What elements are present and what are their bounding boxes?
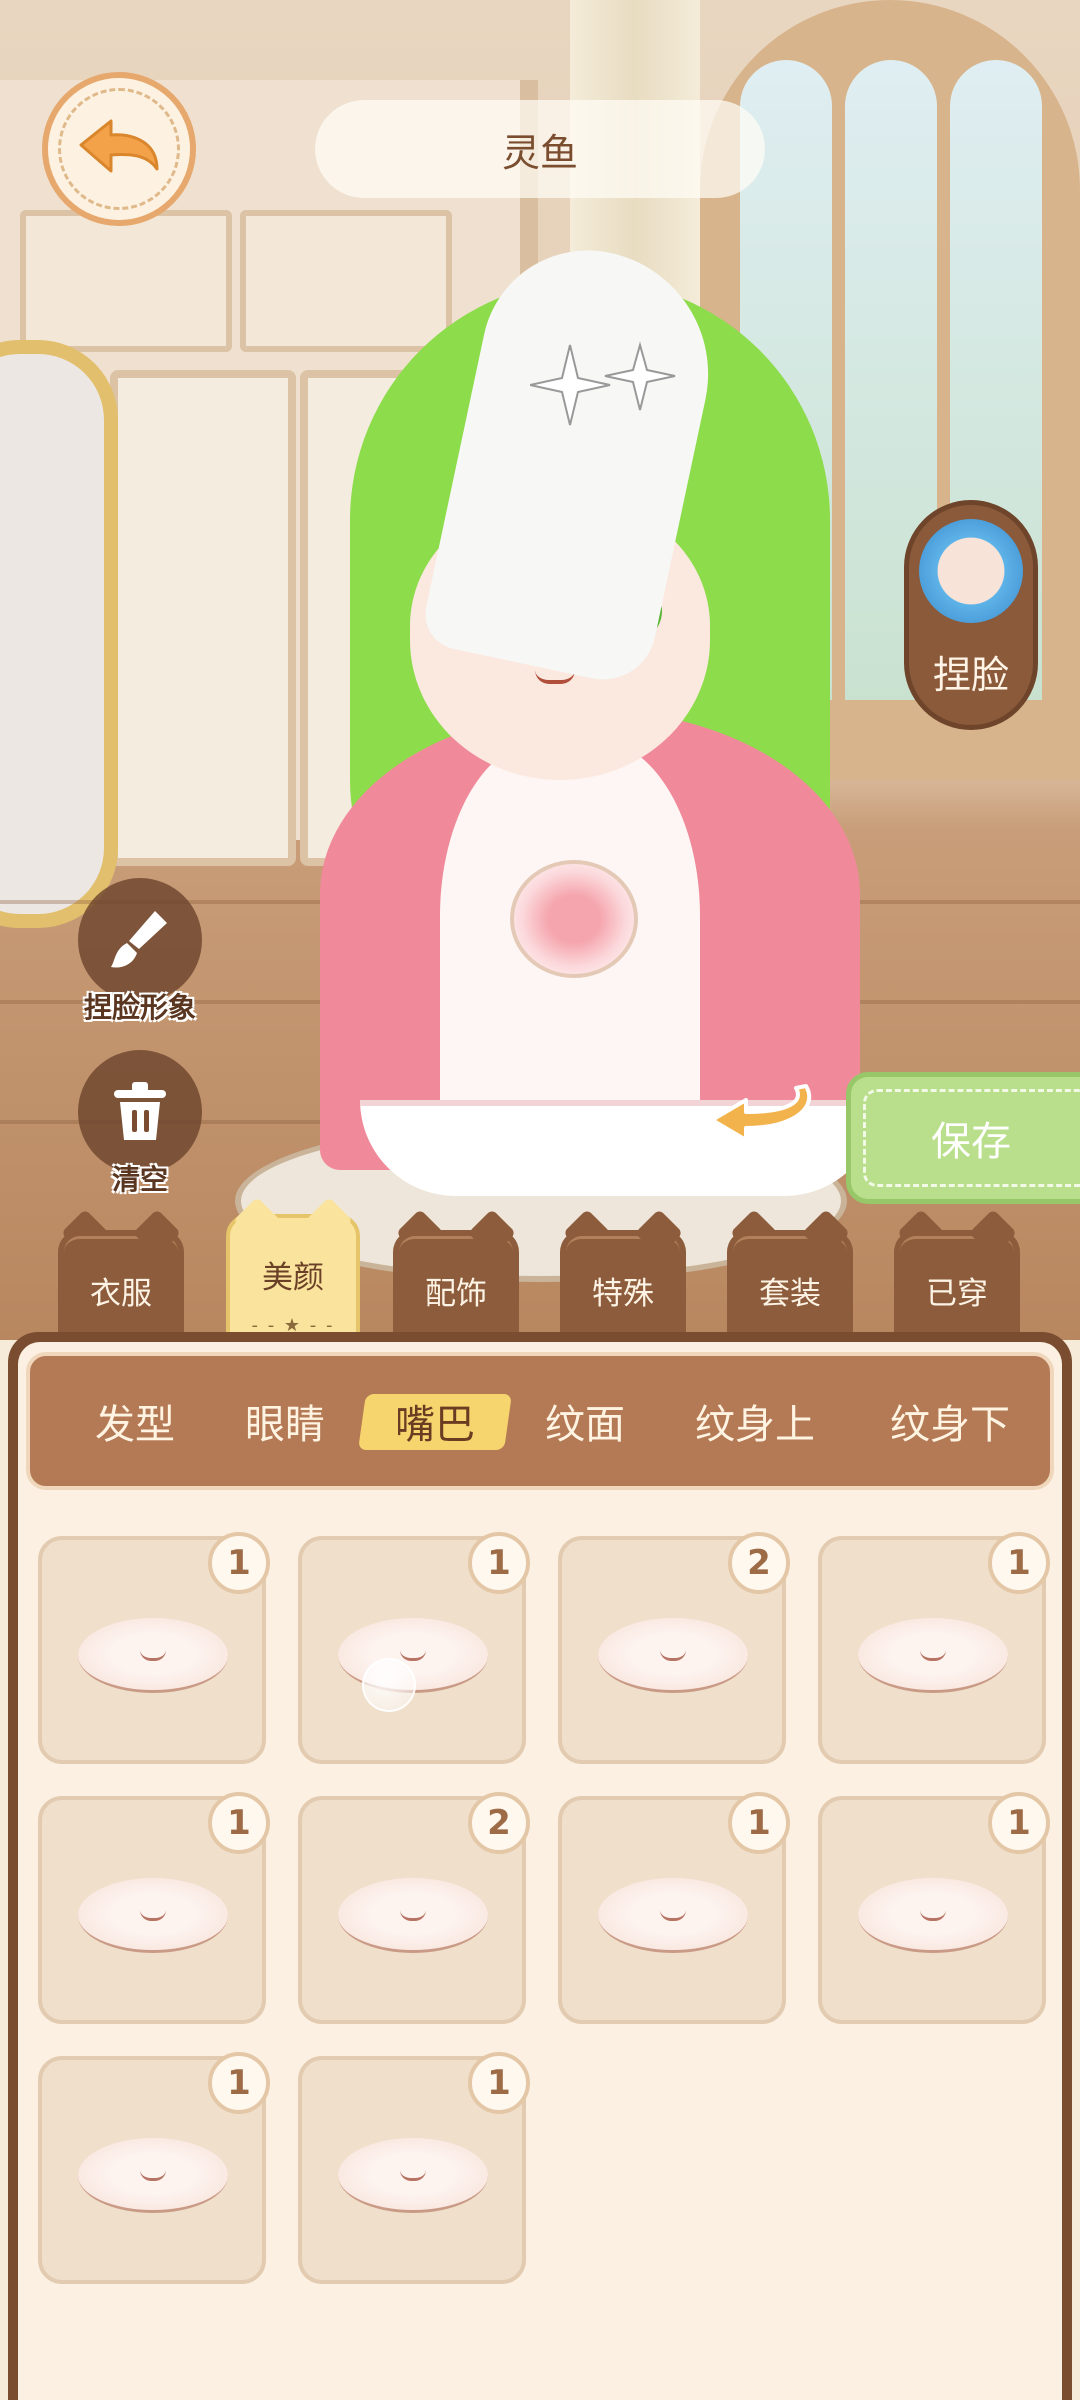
item-count-badge: 1 (208, 1532, 270, 1594)
mouth-preview (858, 1618, 1008, 1693)
item-count-badge: 1 (468, 1532, 530, 1594)
pinch-face-look-label: 捏脸形象 (83, 991, 196, 1024)
mouth-preview (598, 1618, 748, 1693)
mouth-preview (78, 2138, 228, 2213)
drawer (20, 210, 232, 352)
rose-emblem (510, 860, 638, 978)
sub-tab-label: 纹身上 (695, 1402, 815, 1448)
sub-tab-bar: 发型 眼睛 嘴巴 纹面 纹身上 纹身下 (26, 1352, 1054, 1490)
mouth-preview (78, 1878, 228, 1953)
clear-button[interactable]: 清空 (76, 1050, 204, 1198)
back-button[interactable] (42, 72, 196, 226)
item-count-badge: 1 (728, 1792, 790, 1854)
mouth-item-card[interactable]: 2 (298, 1792, 530, 2024)
save-label: 保存 (931, 1119, 1011, 1165)
pinch-face-look-circle (78, 878, 202, 1002)
save-button[interactable]: 保存 (846, 1072, 1080, 1204)
item-count-badge: 1 (208, 1792, 270, 1854)
mouth-item-card[interactable]: 2 (558, 1532, 790, 1764)
item-panel-inner: 发型 眼睛 嘴巴 纹面 纹身上 纹身下 1 1 2 1 1 2 1 1 1 1 (18, 1342, 1062, 2400)
sub-tab-lower-tattoo[interactable]: 纹身下 (860, 1356, 1040, 1486)
sub-tab-label: 眼睛 (245, 1402, 325, 1448)
mouth-item-card[interactable]: 1 (298, 1532, 530, 1764)
avatar-icon (919, 519, 1023, 623)
sub-tab-label: 纹身下 (890, 1402, 1010, 1448)
mouth-preview (858, 1878, 1008, 1953)
mouth-item-card[interactable]: 1 (38, 1792, 270, 2024)
mouth-item-card[interactable]: 1 (818, 1532, 1050, 1764)
mouth-item-card[interactable]: 1 (558, 1792, 790, 2024)
mouth-preview (78, 1618, 228, 1693)
character-name-text: 灵鱼 (501, 130, 578, 175)
mouth-preview (338, 1878, 488, 1953)
item-count-badge: 1 (988, 1792, 1050, 1854)
item-count-badge: 2 (468, 1792, 530, 1854)
mouth-preview (598, 1878, 748, 1953)
sub-tab-label: 嘴巴 (395, 1402, 475, 1448)
sub-tab-upper-tattoo[interactable]: 纹身上 (670, 1356, 840, 1486)
sub-tab-label: 发型 (95, 1402, 175, 1448)
sub-tab-eyes[interactable]: 眼睛 (220, 1356, 350, 1486)
trash-icon (114, 1082, 166, 1140)
mouth-item-card[interactable]: 1 (818, 1792, 1050, 2024)
clear-label: 清空 (111, 1163, 168, 1196)
cabinet-door (110, 370, 296, 866)
tab-ear-decoration (733, 1236, 847, 1279)
item-count-badge: 1 (988, 1532, 1050, 1594)
item-count-badge: 1 (208, 2052, 270, 2114)
touch-indicator (362, 1658, 416, 1712)
tab-ear-decoration (900, 1236, 1014, 1279)
standing-mirror (0, 340, 118, 928)
clear-circle (78, 1050, 202, 1174)
mouth-item-card[interactable]: 1 (38, 2052, 270, 2284)
sub-tab-label: 纹面 (545, 1402, 625, 1448)
item-count-badge: 1 (468, 2052, 530, 2114)
mouth-item-card[interactable]: 1 (298, 2052, 530, 2284)
back-arrow-icon (79, 119, 159, 173)
category-tab-label: 美颜 (262, 1259, 324, 1296)
sub-tab-face-tattoo[interactable]: 纹面 (520, 1356, 650, 1486)
tab-ear-decoration (566, 1236, 680, 1279)
character-preview[interactable] (320, 230, 880, 1196)
sub-tab-hairstyle[interactable]: 发型 (70, 1356, 200, 1486)
character-name[interactable]: 灵鱼 (315, 100, 765, 198)
rotate-arrow-icon[interactable] (706, 1076, 816, 1146)
sub-tab-mouth[interactable]: 嘴巴 (358, 1356, 512, 1486)
pinch-face-label: 捏脸 (932, 653, 1009, 697)
item-panel: 发型 眼睛 嘴巴 纹面 纹身上 纹身下 1 1 2 1 1 2 1 1 1 1 (8, 1332, 1072, 2400)
dress-up-screen: 灵鱼 捏脸 捏脸形象 清空 保存 衣服 美颜 - - ★ - - 配饰 特殊 套… (0, 0, 1080, 2400)
item-count-badge: 2 (728, 1532, 790, 1594)
tab-ear-decoration (399, 1236, 513, 1279)
brush-icon (111, 911, 167, 968)
pinch-face-button[interactable]: 捏脸 (904, 500, 1038, 730)
sparkle-hair-clip-icon (530, 341, 676, 426)
tab-ear-decoration (64, 1236, 178, 1279)
pinch-face-look-button[interactable]: 捏脸形象 (76, 878, 204, 1026)
category-tab-bar: 衣服 美颜 - - ★ - - 配饰 特殊 套装 已穿 (0, 1210, 1080, 1362)
mouth-preview (338, 2138, 488, 2213)
mouth-item-card[interactable]: 1 (38, 1532, 270, 1764)
